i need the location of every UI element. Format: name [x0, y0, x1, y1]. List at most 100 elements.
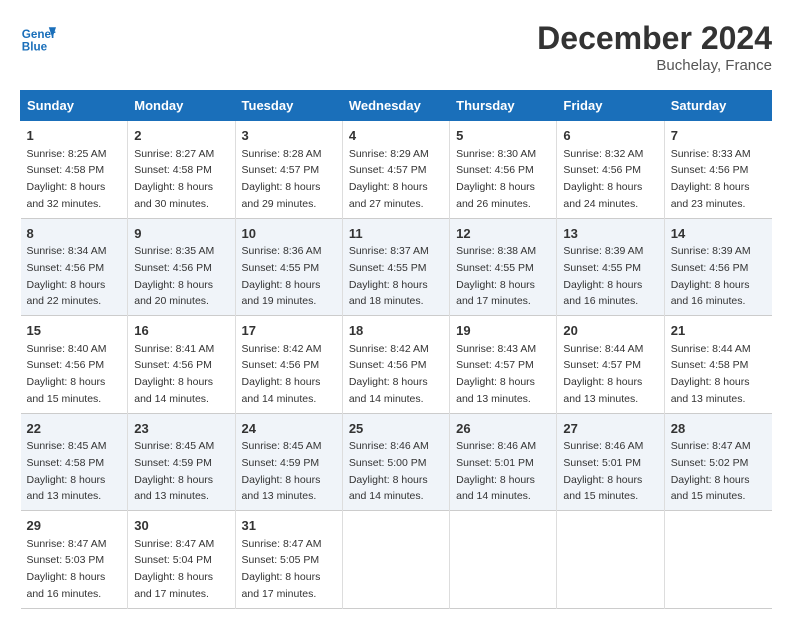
sunrise-info: Sunrise: 8:40 AM: [27, 343, 107, 355]
day-number: 25: [349, 419, 443, 439]
sunrise-info: Sunrise: 8:43 AM: [456, 343, 536, 355]
day-number: 28: [671, 419, 766, 439]
sunrise-info: Sunrise: 8:45 AM: [242, 440, 322, 452]
daylight-info: Daylight: 8 hours and 23 minutes.: [671, 181, 750, 210]
calendar-cell: 21Sunrise: 8:44 AMSunset: 4:58 PMDayligh…: [664, 316, 771, 414]
calendar-cell: 28Sunrise: 8:47 AMSunset: 5:02 PMDayligh…: [664, 413, 771, 511]
daylight-info: Daylight: 8 hours and 13 minutes.: [456, 376, 535, 405]
calendar-cell: 14Sunrise: 8:39 AMSunset: 4:56 PMDayligh…: [664, 218, 771, 316]
day-number: 2: [134, 126, 228, 146]
calendar-cell: 13Sunrise: 8:39 AMSunset: 4:55 PMDayligh…: [557, 218, 664, 316]
sunrise-info: Sunrise: 8:45 AM: [134, 440, 214, 452]
daylight-info: Daylight: 8 hours and 14 minutes.: [349, 376, 428, 405]
day-number: 1: [27, 126, 122, 146]
calendar-cell: 30Sunrise: 8:47 AMSunset: 5:04 PMDayligh…: [128, 511, 235, 609]
sunset-info: Sunset: 4:58 PM: [27, 457, 105, 469]
day-number: 18: [349, 321, 443, 341]
calendar-body: 1Sunrise: 8:25 AMSunset: 4:58 PMDaylight…: [21, 121, 772, 609]
sunset-info: Sunset: 5:01 PM: [563, 457, 641, 469]
calendar-cell: 24Sunrise: 8:45 AMSunset: 4:59 PMDayligh…: [235, 413, 342, 511]
sunrise-info: Sunrise: 8:39 AM: [563, 245, 643, 257]
day-number: 13: [563, 224, 657, 244]
calendar-cell: 23Sunrise: 8:45 AM Sunset: 4:59 PM Dayligh…: [128, 413, 235, 511]
sunset-info: Sunset: 5:02 PM: [671, 457, 749, 469]
sunrise-info: Sunrise: 8:33 AM: [671, 148, 751, 160]
sunset-info: Sunset: 4:57 PM: [563, 359, 641, 371]
day-number: 30: [134, 516, 228, 536]
sunset-info: Sunset: 4:58 PM: [134, 164, 212, 176]
day-number: 16: [134, 321, 228, 341]
sunrise-info: Sunrise: 8:44 AM: [671, 343, 751, 355]
title-block: December 2024 Buchelay, France: [537, 20, 772, 74]
day-number: 20: [563, 321, 657, 341]
sunrise-info: Sunrise: 8:29 AM: [349, 148, 429, 160]
sunset-info: Sunset: 4:57 PM: [456, 359, 534, 371]
calendar-cell: 9Sunrise: 8:35 AMSunset: 4:56 PMDaylight…: [128, 218, 235, 316]
calendar-cell: 26Sunrise: 8:46 AMSunset: 5:01 PMDayligh…: [450, 413, 557, 511]
sunrise-info: Sunrise: 8:38 AM: [456, 245, 536, 257]
day-number: 14: [671, 224, 766, 244]
calendar-header-row: SundayMondayTuesdayWednesdayThursdayFrid…: [21, 91, 772, 121]
sunset-info: Sunset: 4:56 PM: [671, 262, 749, 274]
daylight-info: Daylight: 8 hours and 19 minutes.: [242, 279, 321, 308]
sunset-info: Sunset: 4:59 PM: [134, 457, 212, 469]
day-number: 23: [134, 419, 228, 439]
sunset-info: Sunset: 4:56 PM: [456, 164, 534, 176]
calendar-cell: 7Sunrise: 8:33 AMSunset: 4:56 PMDaylight…: [664, 121, 771, 219]
sunrise-info: Sunrise: 8:30 AM: [456, 148, 536, 160]
sunrise-info: Sunrise: 8:28 AM: [242, 148, 322, 160]
sunset-info: Sunset: 4:59 PM: [242, 457, 320, 469]
day-of-week-header: Friday: [557, 91, 664, 121]
daylight-info: Daylight: 8 hours and 17 minutes.: [456, 279, 535, 308]
location: Buchelay, France: [537, 57, 772, 74]
calendar-cell: 18Sunrise: 8:42 AMSunset: 4:56 PMDayligh…: [342, 316, 449, 414]
calendar-cell: 2Sunrise: 8:27 AMSunset: 4:58 PMDaylight…: [128, 121, 235, 219]
day-of-week-header: Saturday: [664, 91, 771, 121]
sunrise-info: Sunrise: 8:41 AM: [134, 343, 214, 355]
calendar-week-row: 22Sunrise: 8:45 AMSunset: 4:58 PMDayligh…: [21, 413, 772, 511]
day-number: 6: [563, 126, 657, 146]
sunrise-info: Sunrise: 8:36 AM: [242, 245, 322, 257]
day-number: 4: [349, 126, 443, 146]
sunset-info: Sunset: 4:56 PM: [27, 262, 105, 274]
daylight-info: Daylight: 8 hours and 13 minutes.: [671, 376, 750, 405]
daylight-info: Daylight: 8 hours and 32 minutes.: [27, 181, 106, 210]
day-number: 10: [242, 224, 336, 244]
sunrise-info: Sunrise: 8:34 AM: [27, 245, 107, 257]
sunset-info: Sunset: 4:56 PM: [349, 359, 427, 371]
sunset-info: Sunset: 4:55 PM: [242, 262, 320, 274]
sunset-info: Sunset: 4:55 PM: [349, 262, 427, 274]
daylight-info: Daylight: 8 hours and 13 minutes.: [27, 474, 106, 503]
sunset-info: Sunset: 5:03 PM: [27, 554, 105, 566]
day-number: 26: [456, 419, 550, 439]
day-number: 11: [349, 224, 443, 244]
daylight-info: Daylight: 8 hours and 14 minutes.: [242, 376, 321, 405]
sunset-info: Sunset: 4:56 PM: [671, 164, 749, 176]
day-of-week-header: Sunday: [21, 91, 128, 121]
sunset-info: Sunset: 5:01 PM: [456, 457, 534, 469]
daylight-info: Daylight: 8 hours and 15 minutes.: [563, 474, 642, 503]
sunset-info: Sunset: 4:55 PM: [563, 262, 641, 274]
sunrise-info: Sunrise: 8:39 AM: [671, 245, 751, 257]
sunset-info: Sunset: 4:56 PM: [134, 262, 212, 274]
daylight-info: Daylight: 8 hours and 13 minutes.: [134, 474, 213, 503]
calendar-cell: [557, 511, 664, 609]
daylight-info: Daylight: 8 hours and 20 minutes.: [134, 279, 213, 308]
daylight-info: Daylight: 8 hours and 13 minutes.: [242, 474, 321, 503]
calendar-cell: 16Sunrise: 8:41 AMSunset: 4:56 PMDayligh…: [128, 316, 235, 414]
day-number: 12: [456, 224, 550, 244]
sunset-info: Sunset: 4:57 PM: [349, 164, 427, 176]
calendar-cell: 1Sunrise: 8:25 AMSunset: 4:58 PMDaylight…: [21, 121, 128, 219]
calendar-cell: 29Sunrise: 8:47 AMSunset: 5:03 PMDayligh…: [21, 511, 128, 609]
calendar-cell: 19Sunrise: 8:43 AMSunset: 4:57 PMDayligh…: [450, 316, 557, 414]
calendar-cell: 25Sunrise: 8:46 AMSunset: 5:00 PMDayligh…: [342, 413, 449, 511]
sunrise-info: Sunrise: 8:35 AM: [134, 245, 214, 257]
calendar-cell: [450, 511, 557, 609]
sunset-info: Sunset: 4:56 PM: [134, 359, 212, 371]
daylight-info: Daylight: 8 hours and 14 minutes.: [456, 474, 535, 503]
sunrise-info: Sunrise: 8:47 AM: [27, 538, 107, 550]
month-title: December 2024: [537, 20, 772, 57]
calendar-cell: [664, 511, 771, 609]
calendar-cell: 17Sunrise: 8:42 AMSunset: 4:56 PMDayligh…: [235, 316, 342, 414]
daylight-info: Daylight: 8 hours and 17 minutes.: [134, 571, 213, 600]
